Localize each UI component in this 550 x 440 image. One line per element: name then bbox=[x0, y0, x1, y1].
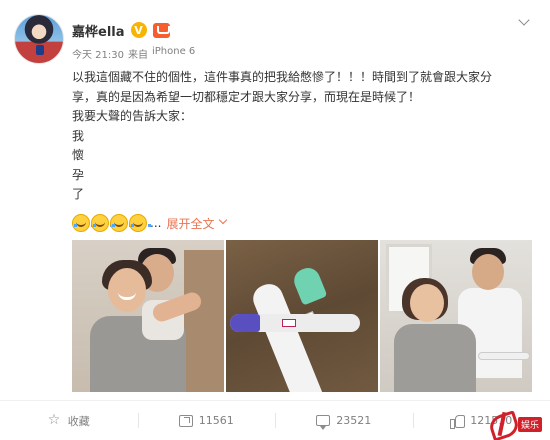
watermark-text: 娱乐 bbox=[518, 416, 543, 432]
laugh-cry-emoji-icon bbox=[72, 214, 94, 232]
test-window bbox=[282, 319, 296, 327]
post-line: 享，真的是因為希望一切都穩定才跟大家分享，而現在是時候了！ bbox=[72, 89, 421, 104]
laugh-cry-emoji-icon bbox=[129, 214, 151, 232]
photo-door bbox=[184, 250, 224, 392]
weibo-post-card: 嘉桦ella V 今天 21:30 来自 iPhone 6 以我這個藏不住的個性… bbox=[0, 0, 550, 440]
post-line: 懷 bbox=[72, 148, 85, 162]
photo-figure bbox=[108, 268, 146, 312]
test-stick-cap bbox=[230, 314, 260, 332]
test-stick-cap bbox=[290, 264, 328, 306]
post-line: 孕 bbox=[72, 167, 85, 182]
thumbs-up-icon bbox=[450, 414, 466, 429]
test-stick bbox=[478, 352, 530, 360]
post-line: 我要大聲的告訴大家： bbox=[72, 109, 193, 123]
comment-count: 23521 bbox=[336, 414, 372, 427]
photo-figure bbox=[394, 324, 476, 392]
chevron-down-icon[interactable] bbox=[518, 14, 532, 28]
repost-button[interactable]: 11561 bbox=[137, 401, 276, 440]
source-prefix: 来自 bbox=[128, 50, 148, 61]
user-row: 嘉桦ella V bbox=[72, 20, 170, 40]
emoji-row: ... 展开全文 bbox=[72, 214, 228, 232]
post-line: 我 bbox=[72, 128, 85, 143]
post-line: 了 bbox=[72, 187, 85, 201]
post-meta: 今天 21:30 来自 iPhone 6 bbox=[72, 46, 195, 61]
couple-test-photo[interactable] bbox=[380, 240, 532, 392]
username-link[interactable]: 嘉桦ella bbox=[72, 21, 125, 40]
post-text: 以我這個藏不住的個性，這件事真的把我給憋慘了！！！時間到了就會跟大家分 享，真的… bbox=[72, 68, 512, 205]
laugh-cry-emoji-icon bbox=[91, 214, 113, 232]
couple-hug-photo[interactable] bbox=[72, 240, 224, 392]
watermark-logo-icon bbox=[488, 412, 516, 436]
photo-figure bbox=[472, 254, 504, 290]
chevron-down-icon[interactable] bbox=[219, 217, 228, 226]
favorite-button[interactable]: 收藏 bbox=[0, 401, 138, 440]
post-line: 以我這個藏不住的個性，這件事真的把我給憋慘了！！！時間到了就會跟大家分 bbox=[72, 70, 493, 84]
laugh-cry-emoji-icon bbox=[110, 214, 132, 232]
ellipsis: ... bbox=[150, 216, 162, 230]
verified-badge-icon[interactable]: V bbox=[130, 22, 147, 38]
expand-full-text-link[interactable]: 展开全文 bbox=[166, 215, 214, 232]
post-time[interactable]: 今天 21:30 bbox=[72, 46, 124, 61]
comment-button[interactable]: 23521 bbox=[275, 401, 413, 440]
pregnancy-test-photo[interactable] bbox=[226, 240, 378, 392]
member-crown-icon[interactable] bbox=[152, 22, 170, 38]
favorite-label: 收藏 bbox=[67, 414, 90, 428]
watermark-logo: 娱乐 bbox=[488, 412, 543, 436]
avatar-tie bbox=[36, 45, 44, 55]
avatar[interactable] bbox=[14, 14, 64, 64]
photo-figure bbox=[410, 284, 444, 322]
action-bar: 收藏 11561 23521 121510 bbox=[0, 401, 550, 440]
comment-icon bbox=[316, 415, 331, 430]
post-source[interactable]: iPhone 6 bbox=[152, 46, 195, 61]
repost-icon bbox=[178, 414, 193, 427]
repost-count: 11561 bbox=[198, 414, 234, 427]
star-icon bbox=[48, 412, 62, 428]
